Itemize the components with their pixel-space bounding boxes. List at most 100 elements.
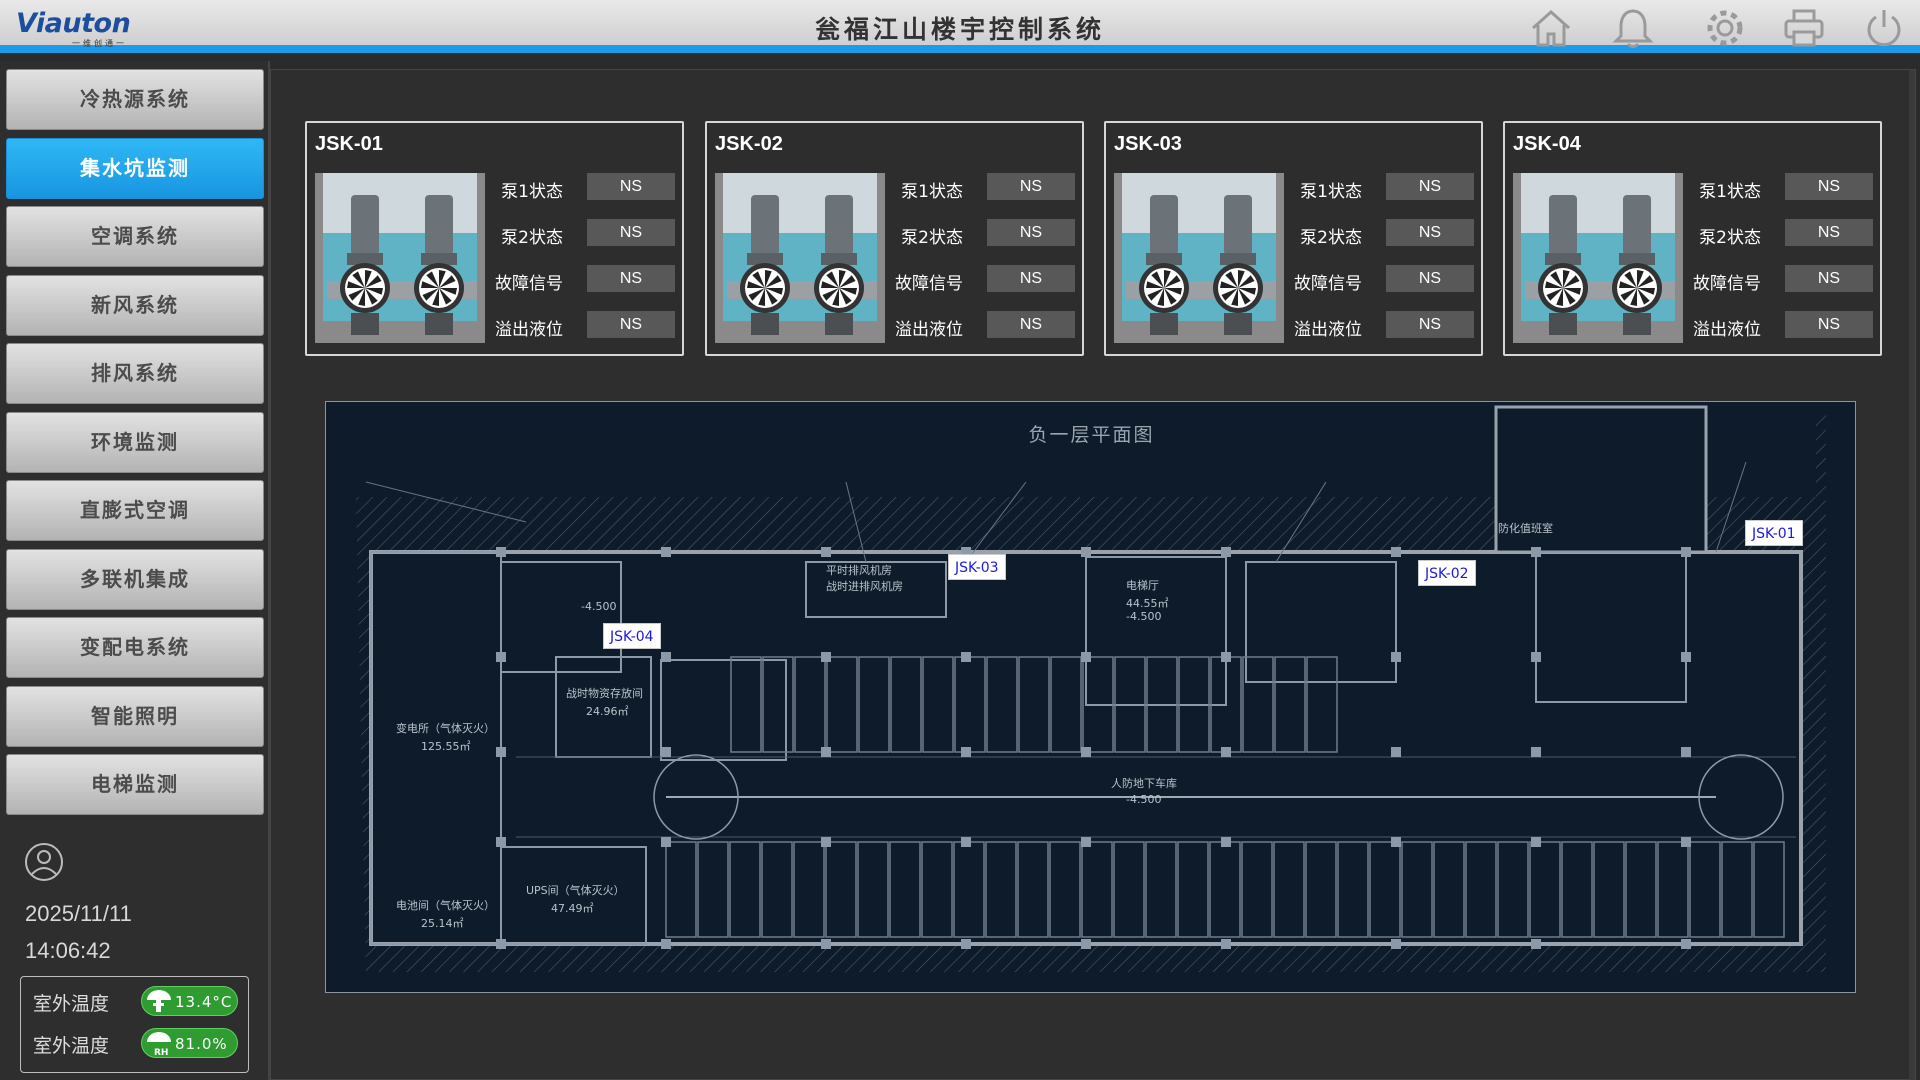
card-title: JSK-03 <box>1114 133 1182 155</box>
current-time: 14:06:42 <box>25 938 111 963</box>
pump-image <box>315 173 485 343</box>
pump-image <box>715 173 885 343</box>
sidebar-item-elevator[interactable]: 电梯监测 <box>6 754 264 815</box>
pump2-status-label: 泵2状态 <box>1699 228 1761 248</box>
gear-icon[interactable] <box>1703 7 1747 49</box>
main-panel: JSK-01 泵1状态 NS 泵2状态 NS 故障信号 NS 溢出液位 NS JSK-0… <box>270 69 1916 1080</box>
card-title: JSK-04 <box>1513 133 1581 155</box>
current-date: 2025/11/11 <box>25 901 132 926</box>
sidebar-item-environment[interactable]: 环境监测 <box>6 412 264 473</box>
pump2-status-value: NS <box>987 219 1075 246</box>
room-area-substation: 125.55㎡ <box>421 740 471 753</box>
level-garage: -4.500 <box>1126 793 1162 806</box>
pump1-status-value: NS <box>1386 173 1474 200</box>
sidebar-item-sump-monitoring[interactable]: 集水坑监测 <box>6 138 264 199</box>
outdoor-humidity-value: 81.0% <box>175 1035 228 1053</box>
pump2-status-value: NS <box>587 219 675 246</box>
humidity-icon: RH <box>147 1032 171 1056</box>
room-label-elevator-hall: 电梯厅 <box>1126 579 1159 592</box>
overflow-level-value: NS <box>987 311 1075 338</box>
pump1-status-value: NS <box>987 173 1075 200</box>
room-label-garage: 人防地下车库 <box>1111 777 1177 790</box>
user-avatar-icon[interactable] <box>24 842 64 882</box>
overflow-level-label: 溢出液位 <box>1294 320 1362 340</box>
fault-signal-label: 故障信号 <box>1693 274 1761 294</box>
bell-icon[interactable] <box>1611 7 1655 49</box>
fault-signal-value: NS <box>987 265 1075 292</box>
room-label-substation: 变电所（气体灭火） <box>396 722 495 735</box>
level-elevator-hall: -4.500 <box>1126 610 1162 623</box>
pump-image <box>1114 173 1284 343</box>
sidebar-item-lighting[interactable]: 智能照明 <box>6 686 264 747</box>
pump1-status-label: 泵1状态 <box>1699 182 1761 202</box>
fault-signal-value: NS <box>1785 265 1873 292</box>
pump2-status-label: 泵2状态 <box>501 228 563 248</box>
printer-icon[interactable] <box>1782 7 1826 49</box>
overflow-level-label: 溢出液位 <box>895 320 963 340</box>
floor-plan-title: 负一层平面图 <box>1028 424 1155 446</box>
header-bar: Viauton 一维创通一 瓮福江山楼宇控制系统 <box>0 0 1920 53</box>
overflow-level-value: NS <box>587 311 675 338</box>
pump1-status-label: 泵1状态 <box>901 182 963 202</box>
room-area-ups: 47.49㎡ <box>551 902 594 915</box>
fault-signal-value: NS <box>1386 265 1474 292</box>
pump-image <box>1513 173 1683 343</box>
sidebar-item-power[interactable]: 变配电系统 <box>6 617 264 678</box>
card-title: JSK-01 <box>315 133 383 155</box>
outdoor-temperature-label: 室外温度 <box>33 993 110 1015</box>
room-label-battery: 电池间（气体灭火） <box>396 899 495 912</box>
outdoor-humidity-row: 室外温度 RH 81.0% <box>33 1027 243 1059</box>
pump2-status-value: NS <box>1785 219 1873 246</box>
room-label-ups: UPS间（气体灭火） <box>526 884 625 897</box>
weather-panel: 室外温度 13.4°C 室外温度 RH 81.0% <box>20 976 249 1073</box>
fault-signal-label: 故障信号 <box>495 274 563 294</box>
overflow-level-value: NS <box>1386 311 1474 338</box>
outdoor-humidity-label: 室外温度 <box>33 1035 110 1057</box>
room-area-elevator-hall: 44.55㎡ <box>1126 597 1169 610</box>
pump1-status-label: 泵1状态 <box>501 182 563 202</box>
outdoor-temperature-row: 室外温度 13.4°C <box>33 985 243 1017</box>
fault-signal-label: 故障信号 <box>895 274 963 294</box>
outdoor-humidity-badge: RH 81.0% <box>141 1028 238 1058</box>
room-area-storage: 24.96㎡ <box>586 705 629 718</box>
level-room: -4.500 <box>581 600 617 613</box>
room-label-storage: 战时物资存放间 <box>566 687 643 700</box>
pump2-status-label: 泵2状态 <box>1300 228 1362 248</box>
scrollbar[interactable] <box>1909 70 1915 1080</box>
sidebar-item-fresh-air[interactable]: 新风系统 <box>6 275 264 336</box>
overflow-level-label: 溢出液位 <box>495 320 563 340</box>
fault-signal-value: NS <box>587 265 675 292</box>
pump2-status-value: NS <box>1386 219 1474 246</box>
card-title: JSK-02 <box>715 133 783 155</box>
floor-plan-view[interactable]: 负一层平面图 变电所（气体灭火） 125.55㎡ 电池间（气体灭火） 25.14… <box>325 401 1856 993</box>
room-label-exhaust-fan: 平时排风机房 <box>826 564 892 577</box>
sump-pin-jsk-01[interactable]: JSK-01 <box>1745 520 1803 546</box>
room-area-battery: 25.14㎡ <box>421 917 464 930</box>
sump-card-jsk-01: JSK-01 泵1状态 NS 泵2状态 NS 故障信号 NS 溢出液位 NS <box>305 121 684 356</box>
fault-signal-label: 故障信号 <box>1294 274 1362 294</box>
sidebar-item-exhaust[interactable]: 排风系统 <box>6 343 264 404</box>
sump-pin-jsk-03[interactable]: JSK-03 <box>948 554 1006 580</box>
overflow-level-value: NS <box>1785 311 1873 338</box>
thermometer-icon <box>147 990 171 1012</box>
sump-pin-jsk-02[interactable]: JSK-02 <box>1418 560 1476 586</box>
outdoor-temperature-value: 13.4°C <box>175 993 233 1011</box>
pump1-status-value: NS <box>1785 173 1873 200</box>
room-label-defense: 防化值班室 <box>1498 522 1553 535</box>
sump-card-jsk-03: JSK-03 泵1状态 NS 泵2状态 NS 故障信号 NS 溢出液位 NS <box>1104 121 1483 356</box>
sump-card-jsk-04: JSK-04 泵1状态 NS 泵2状态 NS 故障信号 NS 溢出液位 NS <box>1503 121 1882 356</box>
sidebar-item-cold-heat-source[interactable]: 冷热源系统 <box>6 69 264 130</box>
pump1-status-label: 泵1状态 <box>1300 182 1362 202</box>
outdoor-temperature-badge: 13.4°C <box>141 986 238 1016</box>
sidebar-item-vrf[interactable]: 多联机集成 <box>6 549 264 610</box>
home-icon[interactable] <box>1529 7 1573 49</box>
sidebar-item-air-conditioning[interactable]: 空调系统 <box>6 206 264 267</box>
sidebar: 冷热源系统 集水坑监测 空调系统 新风系统 排风系统 环境监测 直膨式空调 多联… <box>0 61 270 1080</box>
room-label-war-fan: 战时进排风机房 <box>826 580 903 593</box>
sump-pin-jsk-04[interactable]: JSK-04 <box>603 623 661 649</box>
pump2-status-label: 泵2状态 <box>901 228 963 248</box>
sidebar-item-dx-ac[interactable]: 直膨式空调 <box>6 480 264 541</box>
pump1-status-value: NS <box>587 173 675 200</box>
sump-card-jsk-02: JSK-02 泵1状态 NS 泵2状态 NS 故障信号 NS 溢出液位 NS <box>705 121 1084 356</box>
power-icon[interactable] <box>1862 7 1906 49</box>
